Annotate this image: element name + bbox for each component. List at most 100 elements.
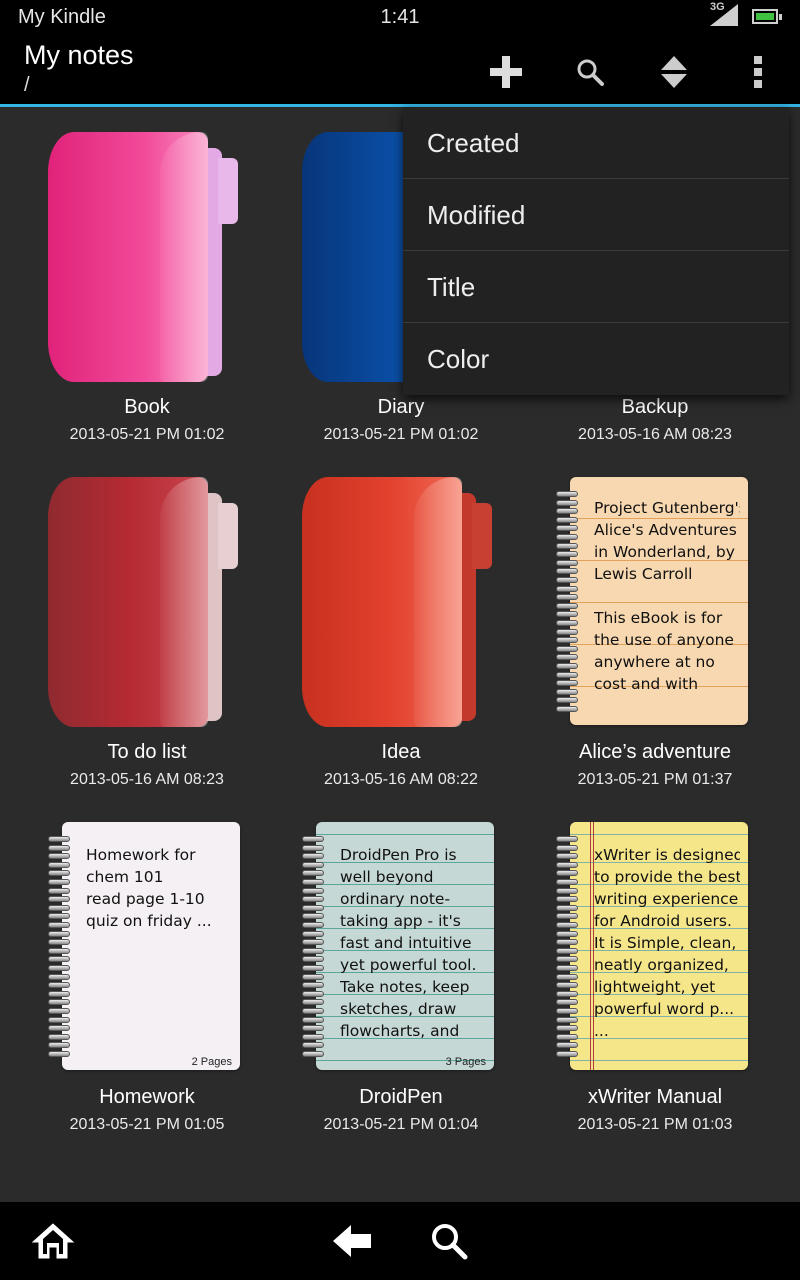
spiral-ring [556,697,578,704]
spiral-ring [302,904,324,911]
spiral-ring [302,999,324,1006]
spiral-ring [556,628,578,635]
spiral-ring [556,706,578,712]
sort-button[interactable] [646,44,702,100]
spiral-ring [556,1016,578,1023]
spiral-ring [556,671,578,678]
spiral-ring [48,1042,70,1049]
spiral-ring [48,861,70,868]
spiral-ring [556,654,578,661]
spiral-ring [556,853,578,860]
overflow-menu-button[interactable] [730,44,786,100]
spiral-ring [556,1042,578,1049]
spiral-ring [302,844,324,851]
notebook-cover: xWriter is designed to provide the best wr… [556,822,754,1077]
notebook-cover: Homework for chem 101 read page 1-10 quiz o… [48,822,246,1077]
note-item-xwriter-manual[interactable]: xWriter is designed to provide the best wr… [528,810,782,1155]
spiral-ring [48,879,70,885]
note-item-book[interactable]: Book 2013-05-21 PM 01:02 [20,120,274,465]
spiral-ring [556,611,578,618]
page-count: 3 Pages [445,1056,486,1068]
spiral-ring [556,1025,578,1032]
note-item-homework[interactable]: Homework for chem 101 read page 1-10 quiz o… [20,810,274,1155]
spiral-ring [302,879,324,885]
spiral-ring [48,990,70,997]
note-date: 2013-05-21 PM 01:37 [577,771,733,788]
add-note-button[interactable] [478,44,534,100]
spiral-ring [556,637,578,644]
note-item-alices-adventure[interactable]: Project Gutenberg's Alice's Adventures in … [528,465,782,810]
spiral-ring [302,965,324,971]
note-date: 2013-05-21 PM 01:03 [577,1116,733,1133]
spiral-ring [556,568,578,575]
spiral-ring [556,645,578,652]
spiral-ring [302,887,324,894]
search-button[interactable] [562,44,618,100]
spiral-ring [556,947,578,954]
spiral-ring [556,620,578,626]
folder-cover [48,477,246,732]
spiral-ring [556,939,578,946]
spiral-ring [48,887,70,894]
sort-menu: Created Modified Title Color [403,107,789,395]
bottom-search-button[interactable] [424,1216,474,1266]
page-count: 2 Pages [191,1056,232,1068]
clock: 1:41 [380,6,420,28]
spiral-ring [556,542,578,549]
spiral-ring [302,1042,324,1049]
note-title: Backup [621,396,689,418]
note-title: DroidPen [359,1086,443,1108]
sort-menu-item-modified[interactable]: Modified [403,179,789,251]
sort-menu-item-color[interactable]: Color [403,323,789,395]
sort-menu-item-title[interactable]: Title [403,251,789,323]
spiral-ring [556,1051,578,1057]
sort-menu-item-created[interactable]: Created [403,107,789,179]
spiral-ring [556,956,578,963]
spiral-ring [48,956,70,963]
spiral-ring [556,922,578,928]
spiral-ring [556,1033,578,1040]
note-item-idea[interactable]: Idea 2013-05-16 AM 08:22 [274,465,528,810]
spiral-ring [556,577,578,583]
page-title: My notes [24,40,134,70]
spiral-ring [556,930,578,937]
spiral-ring [48,853,70,860]
note-item-to-do-list[interactable]: To do list 2013-05-16 AM 08:23 [20,465,274,810]
status-bar: My Kindle 1:41 3G [0,0,800,36]
spiral-ring [556,534,578,540]
folder-cover [302,477,500,732]
home-button[interactable] [28,1216,78,1266]
signal-icon [710,4,738,26]
back-button[interactable] [328,1216,378,1266]
spiral-ring [556,516,578,523]
spiral-ring [48,896,70,903]
spiral-ring [302,1016,324,1023]
spiral-ring [302,973,324,980]
battery-icon [752,9,782,24]
spiral-ring [48,1008,70,1014]
note-item-droidpen[interactable]: DroidPen Pro is well beyond ordinary note-… [274,810,528,1155]
spiral-ring [48,836,70,842]
spiral-ring [302,1051,324,1057]
spiral-ring [556,594,578,601]
overflow-menu-icon [754,56,762,88]
spiral-ring [556,508,578,515]
spiral-ring [48,999,70,1006]
spiral-ring [302,1025,324,1032]
note-title: Book [124,396,170,418]
spiral-ring [48,982,70,989]
spiral-ring [556,491,578,497]
spiral-ring [556,999,578,1006]
action-bar: My notes / [0,36,800,107]
spiral-ring [556,982,578,989]
spiral-ring [48,1016,70,1023]
spiral-ring [556,585,578,592]
note-date: 2013-05-16 AM 08:22 [324,771,478,788]
spiral-ring [556,904,578,911]
search-icon [577,59,604,86]
spiral-ring [556,965,578,971]
home-icon [31,1223,75,1259]
spiral-ring [302,947,324,954]
note-date: 2013-05-21 PM 01:05 [69,1116,225,1133]
spiral-ring [48,1033,70,1040]
